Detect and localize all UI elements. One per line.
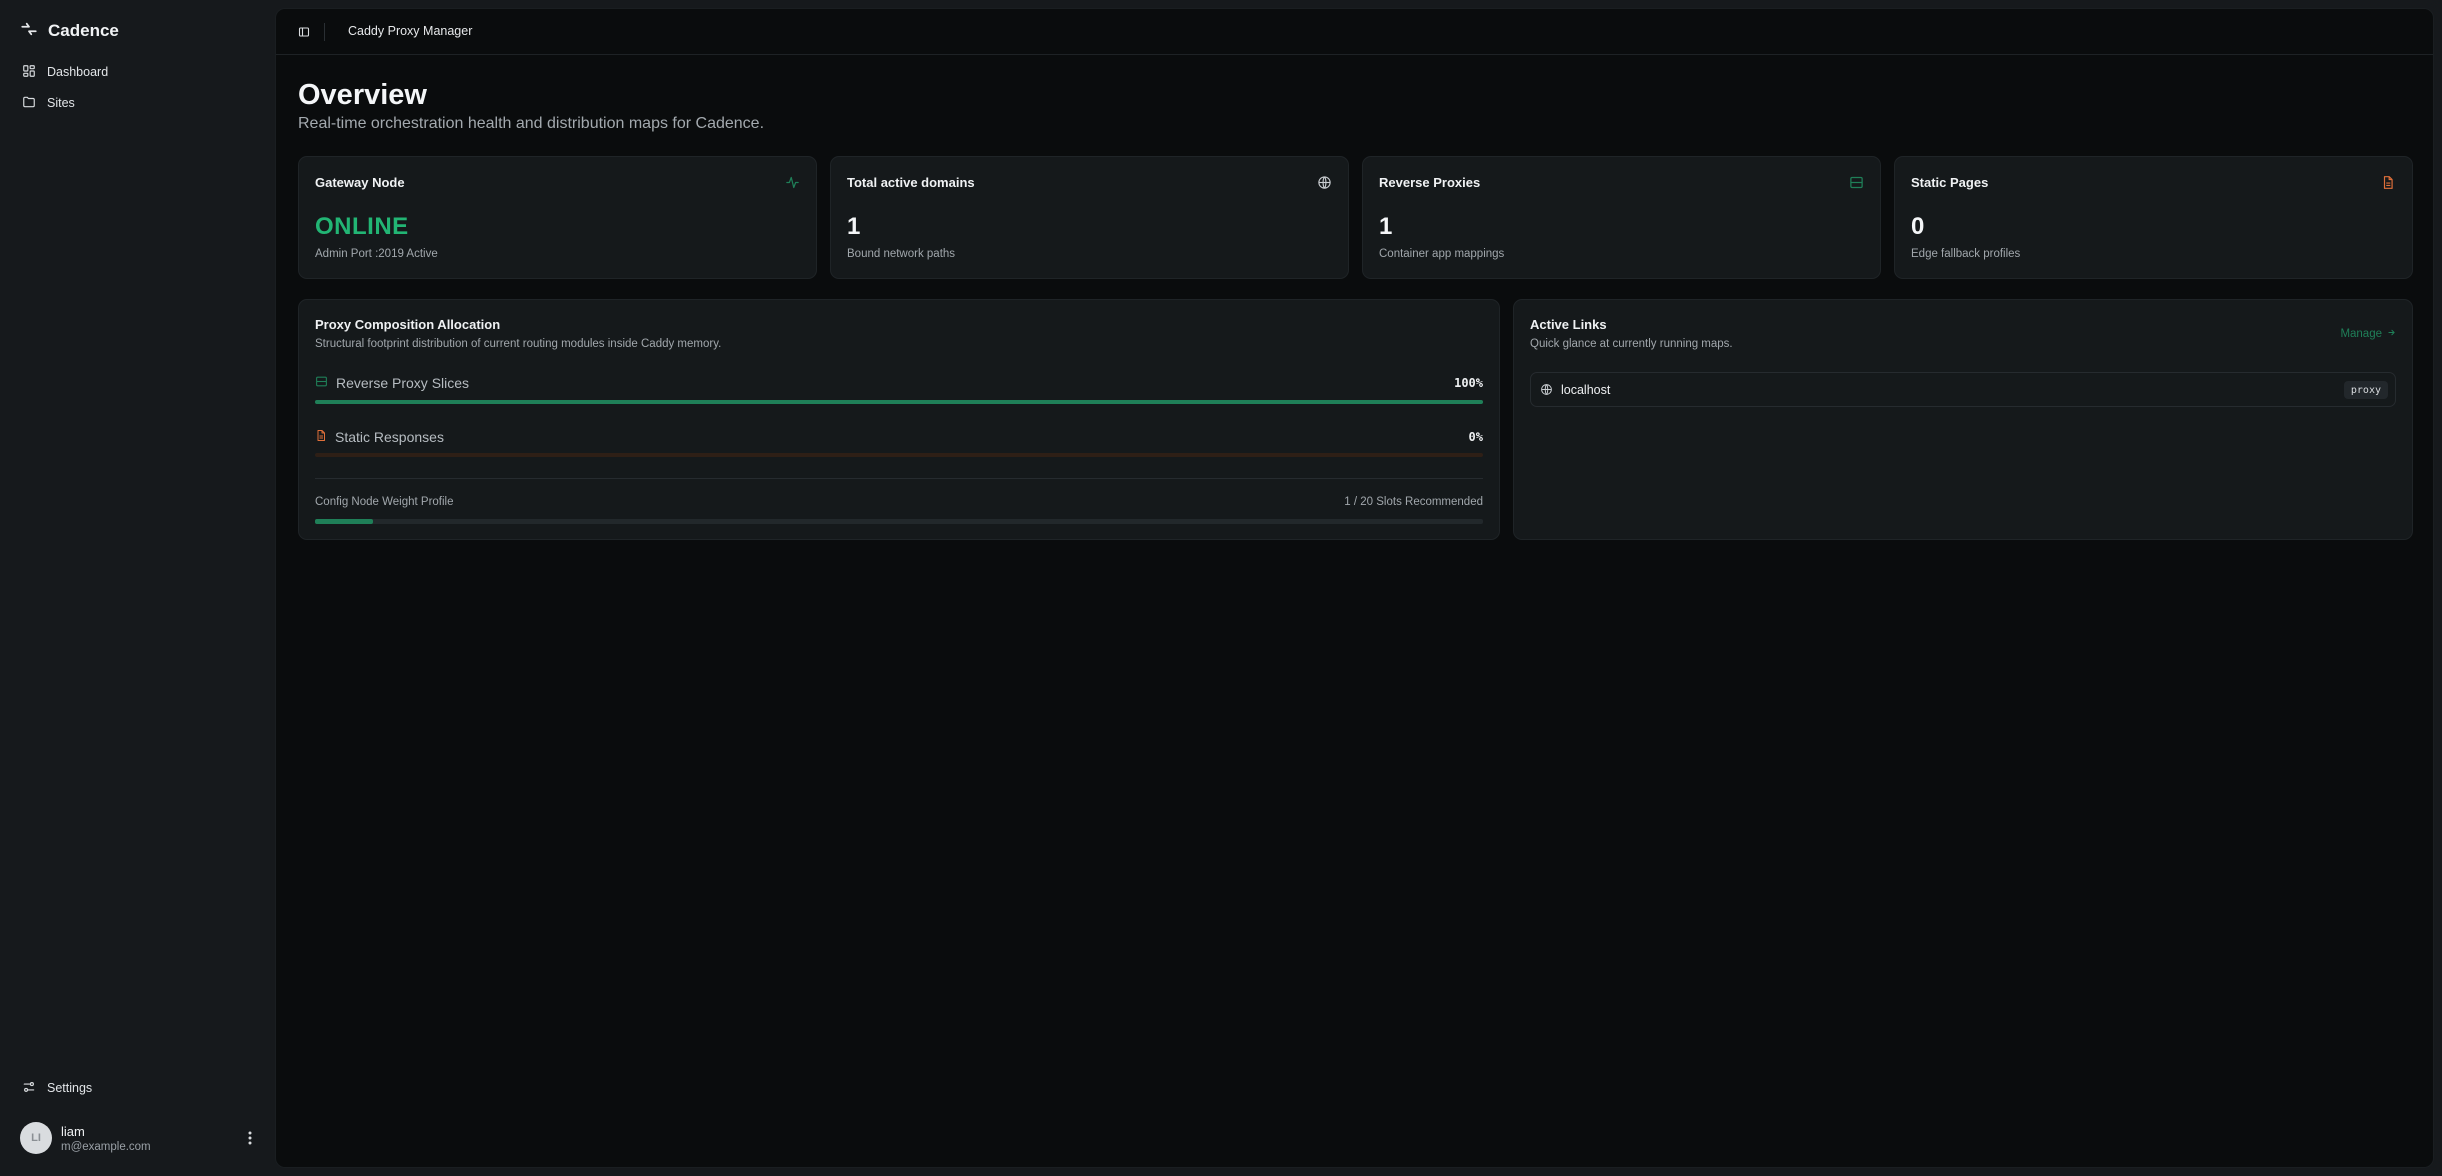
dashboard-grid-icon — [22, 64, 36, 81]
active-links-subtitle: Quick glance at currently running maps. — [1530, 338, 1733, 350]
allocation-label: Reverse Proxy Slices — [315, 375, 469, 391]
sidebar-toggle-icon[interactable] — [296, 24, 312, 40]
server-icon — [1848, 174, 1864, 190]
stat-desc: Admin Port :2019 Active — [315, 248, 438, 260]
weight-label: Config Node Weight Profile — [315, 496, 454, 508]
stat-value: 1 — [1379, 213, 1393, 240]
allocation-bar-reverse-proxy — [315, 400, 1483, 404]
folder-icon — [22, 95, 36, 112]
activity-icon — [784, 174, 800, 190]
stat-card-domains: Total active domains 1 Bound network pat… — [830, 156, 1349, 279]
stat-value: ONLINE — [315, 213, 409, 240]
sidebar-item-dashboard[interactable]: Dashboard — [16, 57, 260, 87]
user-email: m@example.com — [61, 1140, 151, 1153]
user-name: liam — [61, 1123, 85, 1139]
stat-title: Gateway Node — [315, 175, 405, 190]
stat-value: 1 — [847, 213, 861, 240]
weight-bar-fill — [315, 519, 374, 524]
app: Cadence Dashboard Sites Settings LI liam… — [0, 0, 2442, 1176]
stat-title: Static Pages — [1911, 175, 1989, 190]
stat-card-reverse-proxies: Reverse Proxies 1 Container app mappings — [1362, 156, 1881, 279]
page-title: Overview — [298, 79, 427, 111]
globe-icon — [1540, 383, 1553, 401]
link-type-badge: proxy — [2343, 381, 2388, 399]
more-vertical-icon[interactable] — [240, 1126, 260, 1150]
stat-title: Reverse Proxies — [1379, 175, 1481, 190]
active-links-title: Active Links — [1530, 317, 1607, 332]
allocation-title: Proxy Composition Allocation — [315, 317, 501, 332]
main-panel: Caddy Proxy Manager Overview Real-time o… — [275, 8, 2434, 1168]
topbar-divider — [324, 23, 325, 41]
avatar: LI — [20, 1122, 52, 1154]
allocation-divider — [315, 478, 1483, 479]
weight-value: 1 / 20 Slots Recommended — [1344, 496, 1483, 508]
user-profile[interactable]: LI liam m@example.com — [20, 1120, 260, 1156]
stat-card-gateway: Gateway Node ONLINE Admin Port :2019 Act… — [298, 156, 817, 279]
allocation-label-text: Static Responses — [335, 429, 444, 445]
stat-title: Total active domains — [847, 175, 975, 190]
sidebar-item-settings[interactable]: Settings — [16, 1073, 260, 1103]
breadcrumb: Caddy Proxy Manager — [348, 24, 473, 38]
file-icon — [315, 429, 327, 445]
brand-name: Cadence — [48, 21, 119, 40]
allocation-card: Proxy Composition Allocation Structural … — [298, 299, 1500, 540]
allocation-percent: 100% — [1454, 376, 1483, 390]
allocation-row-static: Static Responses 0% — [315, 427, 1483, 453]
stat-desc: Bound network paths — [847, 248, 956, 260]
sidebar-item-label: Sites — [47, 96, 75, 110]
allocation-label-text: Reverse Proxy Slices — [336, 375, 470, 391]
allocation-percent: 0% — [1468, 430, 1483, 444]
link-name: localhost — [1561, 383, 1611, 397]
topbar: Caddy Proxy Manager — [276, 9, 2433, 55]
stat-desc: Edge fallback profiles — [1911, 248, 2021, 260]
manage-link[interactable]: Manage — [2340, 328, 2396, 340]
sidebar-item-label: Settings — [47, 1081, 93, 1095]
file-icon — [2380, 174, 2396, 190]
active-links-card: Active Links Quick glance at currently r… — [1513, 299, 2413, 540]
arrow-right-icon — [2387, 328, 2396, 340]
cadence-logo-icon — [20, 20, 38, 43]
stat-card-static-pages: Static Pages 0 Edge fallback profiles — [1894, 156, 2413, 279]
manage-link-label: Manage — [2340, 328, 2382, 340]
server-icon — [315, 375, 328, 391]
page-subtitle: Real-time orchestration health and distr… — [298, 115, 765, 132]
user-meta: liam m@example.com — [61, 1124, 151, 1153]
brand[interactable]: Cadence — [20, 18, 119, 44]
allocation-bar-fill — [315, 400, 1483, 404]
stat-value: 0 — [1911, 213, 1925, 240]
allocation-subtitle: Structural footprint distribution of cur… — [315, 338, 722, 350]
weight-bar — [315, 519, 1483, 524]
sliders-icon — [22, 1080, 36, 1097]
allocation-row-reverse-proxy: Reverse Proxy Slices 100% — [315, 373, 1483, 399]
globe-icon — [1316, 174, 1332, 190]
list-item[interactable]: localhost proxy — [1530, 372, 2396, 407]
sidebar-item-sites[interactable]: Sites — [16, 88, 260, 118]
sidebar-item-label: Dashboard — [47, 65, 109, 79]
stat-desc: Container app mappings — [1379, 248, 1505, 260]
allocation-bar-static — [315, 453, 1483, 457]
allocation-label: Static Responses — [315, 429, 444, 445]
sidebar: Cadence Dashboard Sites Settings LI liam… — [0, 0, 275, 1176]
